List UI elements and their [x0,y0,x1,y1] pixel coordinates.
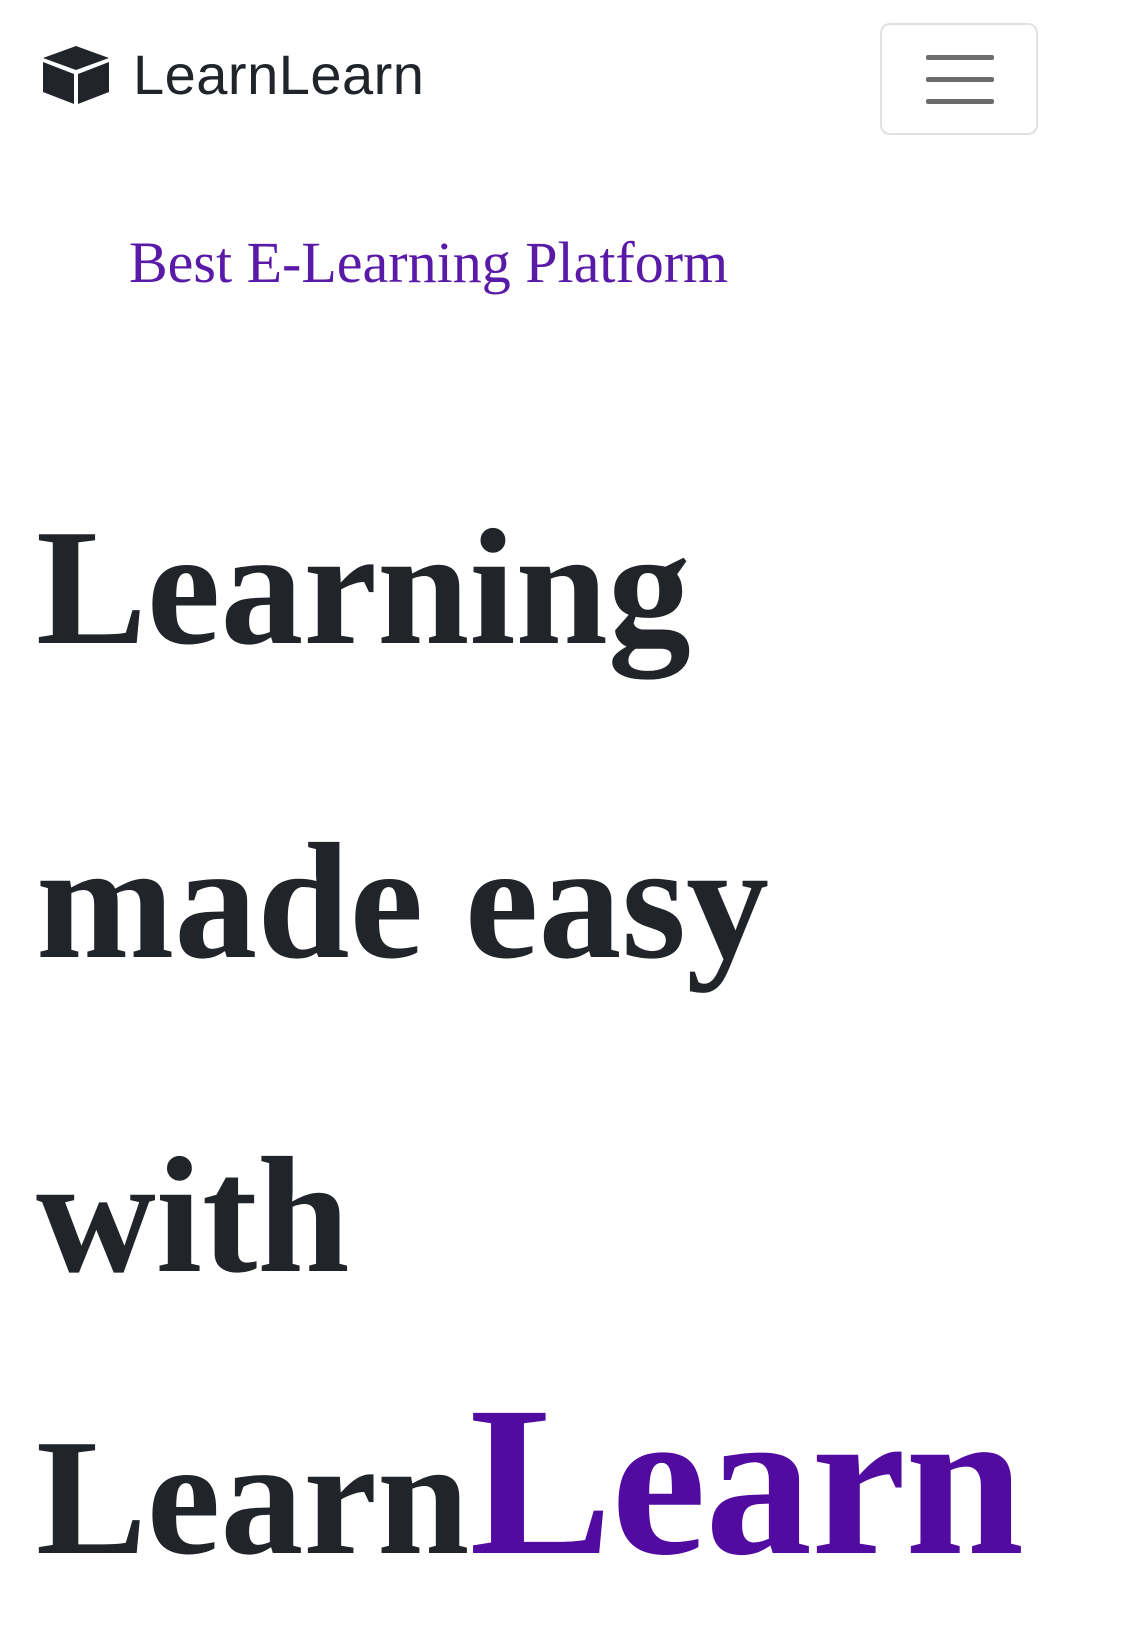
hero-line-learning: Learning [36,495,691,679]
box-icon [41,44,111,106]
brand-name: LearnLearn [133,43,425,106]
hero-line-with: with [36,1123,350,1307]
hero-brand-plain: Learn [36,1405,470,1589]
hero-heading: Learning made easy with LearnLearn [36,430,1116,1592]
hero-line-made-easy: made easy [36,809,770,993]
hero-tagline: Best E-Learning Platform [129,230,729,295]
hero-brand-accent: Learn [469,1363,1024,1600]
navbar: LearnLearn [0,0,1125,160]
brand-link[interactable]: LearnLearn [41,44,424,106]
hamburger-menu-icon [926,55,994,105]
menu-toggle-button[interactable] [880,23,1038,135]
hero-line-brand: LearnLearn [36,1372,1024,1592]
